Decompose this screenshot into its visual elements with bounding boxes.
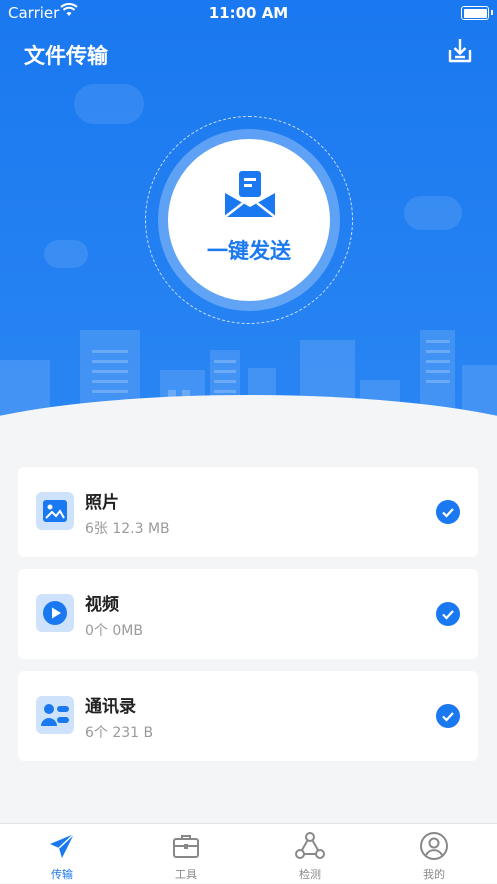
- card-photos[interactable]: 照片 6张 12.3 MB: [18, 467, 478, 557]
- status-time: 11:00 AM: [208, 4, 289, 22]
- tab-label: 传输: [51, 868, 73, 881]
- card-subtitle: 6张 12.3 MB: [85, 521, 170, 537]
- image-icon: [36, 492, 74, 530]
- battery-icon: [461, 6, 489, 20]
- hero-banner: Carrier 11:00 AM 文件传输 一键发送: [0, 0, 497, 440]
- tab-mine[interactable]: 我的: [372, 824, 496, 884]
- cloud-decoration: [74, 84, 144, 124]
- check-icon[interactable]: [436, 704, 460, 728]
- nodes-icon: [295, 832, 325, 859]
- card-videos[interactable]: 视频 0个 0MB: [18, 569, 478, 659]
- tab-bar: 传输 工具 检测 我的: [0, 823, 497, 883]
- page-title: 文件传输: [24, 44, 108, 68]
- tab-label: 工具: [175, 868, 197, 881]
- tab-label: 我的: [423, 868, 445, 881]
- send-label: 一键发送: [207, 239, 291, 263]
- card-contacts[interactable]: 通讯录 6个 231 B: [18, 671, 478, 761]
- cloud-decoration: [404, 196, 462, 230]
- card-subtitle: 0个 0MB: [85, 623, 143, 639]
- tab-transfer[interactable]: 传输: [0, 824, 124, 884]
- card-title: 照片: [85, 493, 119, 513]
- paper-plane-icon: [50, 833, 75, 858]
- cloud-decoration: [44, 240, 88, 268]
- check-icon[interactable]: [436, 500, 460, 524]
- contacts-icon: [36, 696, 74, 734]
- download-icon[interactable]: [445, 36, 475, 66]
- video-play-icon: [36, 594, 74, 632]
- tab-tools[interactable]: 工具: [124, 824, 248, 884]
- tab-label: 检测: [299, 868, 321, 881]
- card-title: 视频: [85, 595, 119, 615]
- mail-upload-icon: [224, 171, 276, 218]
- check-icon[interactable]: [436, 602, 460, 626]
- card-title: 通讯录: [85, 697, 136, 717]
- one-key-send-button[interactable]: 一键发送: [168, 139, 330, 301]
- battery-tip: [491, 10, 493, 15]
- toolbox-icon: [173, 835, 199, 858]
- status-bar: Carrier 11:00 AM: [0, 0, 497, 26]
- tab-detect[interactable]: 检测: [248, 824, 372, 884]
- card-subtitle: 6个 231 B: [85, 725, 154, 741]
- user-icon: [420, 832, 448, 860]
